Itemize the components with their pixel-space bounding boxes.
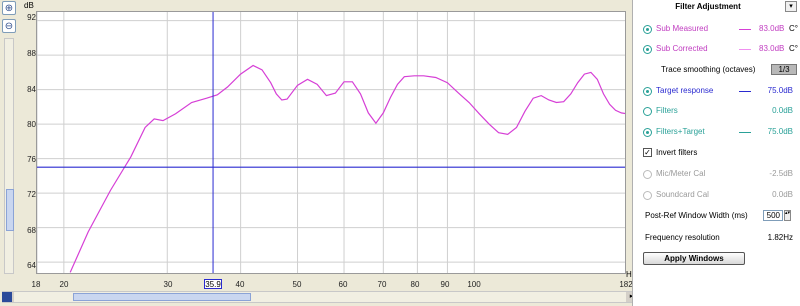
- smoothing-row: Trace smoothing (octaves) 1/3: [643, 64, 797, 77]
- horizontal-scrollbar[interactable]: ◂ ▸: [2, 291, 638, 303]
- magnifier-minus-icon: ⊖: [4, 20, 14, 32]
- y-tick-label: 80: [27, 120, 36, 129]
- apply-windows-button[interactable]: Apply Windows: [643, 252, 745, 265]
- filters-target-label: Filters+Target: [656, 127, 705, 136]
- sub-corrected-value: 83.0dB: [759, 44, 785, 53]
- x-tick-label: 90: [440, 280, 450, 289]
- invert-filters-checkbox[interactable]: ✓: [643, 148, 652, 157]
- sub-corrected-row[interactable]: Sub Corrected 83.0dB C°: [643, 44, 798, 56]
- sub-measured-row[interactable]: Sub Measured 83.0dB C°: [643, 24, 798, 36]
- chart-corner-icon: [2, 292, 12, 302]
- horizontal-scrollbar-thumb[interactable]: [73, 293, 251, 301]
- filter-adjustment-panel: Filter Adjustment ▾ Sub Measured 83.0dB …: [632, 0, 800, 306]
- sub-measured-suffix: C°: [789, 24, 798, 33]
- sub-measured-trace: [69, 64, 625, 273]
- filters-target-radio[interactable]: [643, 128, 652, 137]
- freq-res-label: Frequency resolution: [645, 233, 720, 242]
- x-tick-label: 70: [377, 280, 387, 289]
- x-tick-label: 20: [59, 280, 69, 289]
- magnifier-plus-icon: ⊕: [4, 2, 14, 14]
- sub-measured-value: 83.0dB: [759, 24, 785, 33]
- x-tick-label: 80: [410, 280, 420, 289]
- invert-filters-row[interactable]: ✓ Invert filters: [643, 148, 797, 160]
- mic-cal-label: Mic/Meter Cal: [656, 169, 706, 178]
- target-response-row[interactable]: Target response 75.0dB: [643, 86, 797, 98]
- soundcard-cal-value: 0.0dB: [772, 190, 793, 199]
- smoothing-label: Trace smoothing (octaves): [661, 65, 756, 74]
- x-tick-label: 30: [163, 280, 173, 289]
- x-tick-label: 100: [467, 280, 481, 289]
- soundcard-cal-row: Soundcard Cal 0.0dB: [643, 190, 797, 202]
- y-tick-label: 92: [27, 13, 36, 22]
- zoom-in-vertical-button[interactable]: ⊕: [2, 1, 16, 15]
- target-response-radio[interactable]: [643, 87, 652, 96]
- vertical-scrollbar[interactable]: [4, 38, 14, 274]
- x-tick-label: 182: [619, 280, 633, 289]
- sub-corrected-suffix: C°: [789, 44, 798, 53]
- filters-target-swatch: [739, 132, 751, 133]
- panel-dropdown-button[interactable]: ▾: [785, 1, 797, 12]
- filters-target-row[interactable]: Filters+Target 75.0dB: [643, 127, 797, 139]
- y-axis-unit: dB: [24, 1, 34, 10]
- x-tick-label: 60: [338, 280, 348, 289]
- sub-corrected-swatch: [739, 49, 751, 50]
- y-tick-label: 72: [27, 190, 36, 199]
- x-tick-label: 18: [31, 280, 41, 289]
- graph-area[interactable]: [36, 11, 626, 274]
- freq-res-row: Frequency resolution 1.82Hz: [643, 233, 797, 245]
- x-tick-label: 50: [292, 280, 302, 289]
- sub-measured-swatch: [739, 29, 751, 30]
- cursor-frequency-readout: 35.9: [204, 279, 222, 289]
- smoothing-select[interactable]: 1/3: [771, 64, 797, 75]
- post-ref-spinner-icon[interactable]: ▴▾: [784, 210, 791, 221]
- filters-label: Filters: [656, 106, 678, 115]
- post-ref-label: Post-Ref Window Width (ms): [645, 211, 748, 220]
- sub-measured-radio[interactable]: [643, 25, 652, 34]
- target-response-label: Target response: [656, 86, 714, 95]
- soundcard-cal-label: Soundcard Cal: [656, 190, 709, 199]
- target-response-swatch: [739, 91, 751, 92]
- y-tick-label: 88: [27, 49, 36, 58]
- frequency-response-plot[interactable]: [37, 12, 626, 274]
- sub-corrected-radio[interactable]: [643, 45, 652, 54]
- y-tick-label: 64: [27, 261, 36, 270]
- mic-cal-row: Mic/Meter Cal -2.5dB: [643, 169, 797, 181]
- filters-row[interactable]: Filters 0.0dB: [643, 106, 797, 118]
- sub-corrected-label: Sub Corrected: [656, 44, 708, 53]
- zoom-out-vertical-button[interactable]: ⊖: [2, 19, 16, 33]
- target-response-value: 75.0dB: [767, 86, 793, 95]
- invert-filters-label: Invert filters: [656, 148, 698, 157]
- soundcard-cal-radio: [643, 191, 652, 200]
- vertical-scrollbar-thumb[interactable]: [6, 189, 14, 231]
- freq-res-value: 1.82Hz: [767, 233, 793, 242]
- filters-target-value: 75.0dB: [767, 127, 793, 136]
- y-tick-label: 68: [27, 226, 36, 235]
- filters-radio[interactable]: [643, 107, 652, 116]
- mic-cal-value: -2.5dB: [769, 169, 793, 178]
- mic-cal-radio: [643, 170, 652, 179]
- y-tick-label: 76: [27, 155, 36, 164]
- filters-value: 0.0dB: [772, 106, 793, 115]
- y-tick-label: 84: [27, 85, 36, 94]
- post-ref-input[interactable]: 500: [763, 210, 783, 221]
- sub-measured-label: Sub Measured: [656, 24, 709, 33]
- x-tick-label: 40: [235, 280, 245, 289]
- post-ref-row: Post-Ref Window Width (ms) 500 ▴▾: [643, 210, 797, 223]
- panel-title: Filter Adjustment: [675, 2, 741, 11]
